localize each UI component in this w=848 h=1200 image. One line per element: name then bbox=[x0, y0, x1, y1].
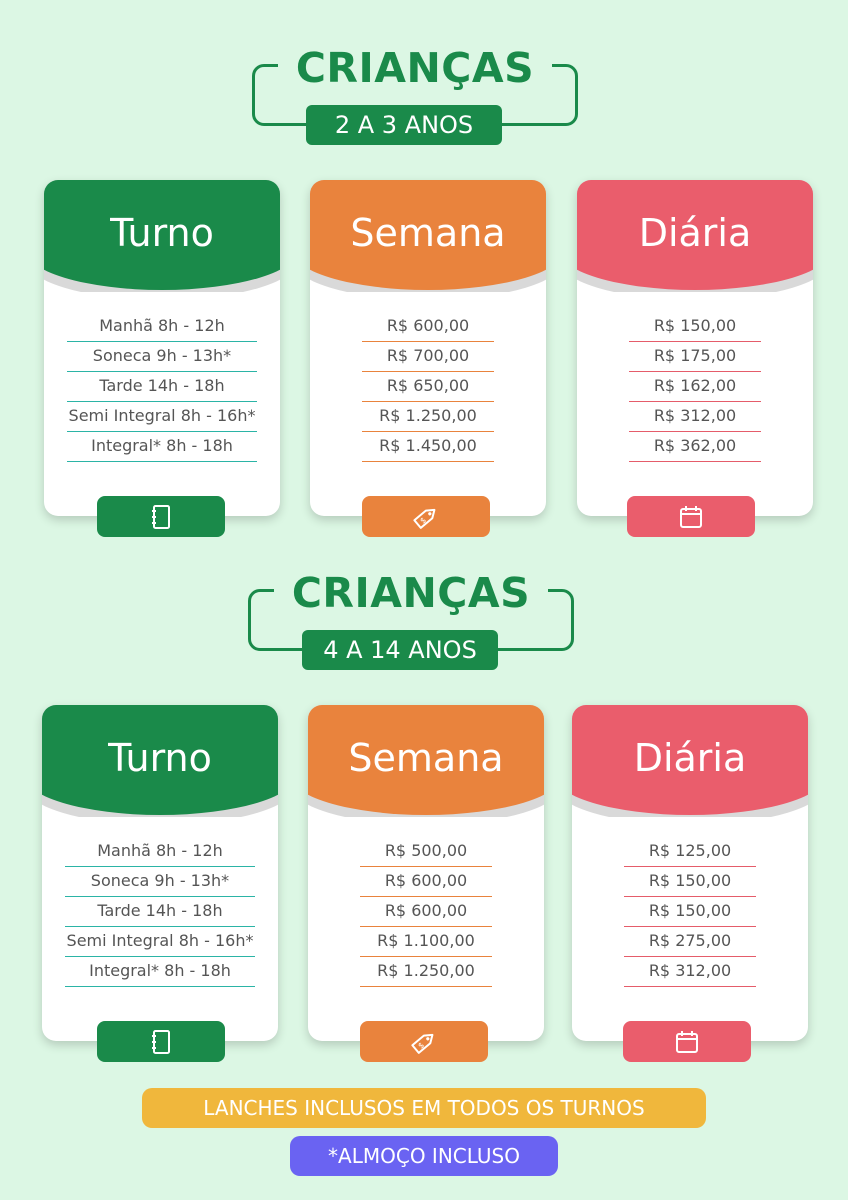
diaria-card: Diária R$ 150,00 R$ 175,00 R$ 162,00 R$ … bbox=[577, 180, 813, 516]
list-item: R$ 600,00 bbox=[360, 867, 492, 897]
semana-list: R$ 500,00 R$ 600,00 R$ 600,00 R$ 1.100,0… bbox=[308, 837, 544, 987]
list-item: R$ 1.250,00 bbox=[362, 402, 494, 432]
turno-card: Turno Manhã 8h - 12h Soneca 9h - 13h* Ta… bbox=[44, 180, 280, 516]
section-heading: CRIANÇAS 4 A 14 ANOS bbox=[244, 525, 578, 670]
diaria-button[interactable] bbox=[627, 496, 755, 537]
list-item: Manhã 8h - 12h bbox=[67, 312, 257, 342]
list-item: R$ 275,00 bbox=[624, 927, 756, 957]
turno-button[interactable] bbox=[97, 1021, 225, 1062]
list-item: Tarde 14h - 18h bbox=[67, 372, 257, 402]
list-item: R$ 150,00 bbox=[624, 897, 756, 927]
calendar-icon bbox=[680, 505, 702, 528]
card-title: Diária bbox=[638, 211, 752, 255]
list-item: R$ 162,00 bbox=[629, 372, 761, 402]
list-item: R$ 1.450,00 bbox=[362, 432, 494, 462]
list-item: R$ 500,00 bbox=[360, 837, 492, 867]
turno-card: Turno Manhã 8h - 12h Soneca 9h - 13h* Ta… bbox=[42, 705, 278, 1041]
diaria-card: Diária R$ 125,00 R$ 150,00 R$ 150,00 R$ … bbox=[572, 705, 808, 1041]
notebook-icon bbox=[152, 1029, 170, 1054]
list-item: R$ 362,00 bbox=[629, 432, 761, 462]
list-item: Soneca 9h - 13h* bbox=[65, 867, 255, 897]
calendar-icon bbox=[676, 1030, 698, 1053]
list-item: R$ 125,00 bbox=[624, 837, 756, 867]
age-badge: 2 A 3 ANOS bbox=[306, 105, 502, 145]
list-item: R$ 150,00 bbox=[629, 312, 761, 342]
list-item: R$ 312,00 bbox=[624, 957, 756, 987]
diaria-button[interactable] bbox=[623, 1021, 751, 1062]
list-item: Soneca 9h - 13h* bbox=[67, 342, 257, 372]
list-item: Manhã 8h - 12h bbox=[65, 837, 255, 867]
snacks-included-banner: LANCHES INCLUSOS EM TODOS OS TURNOS bbox=[142, 1088, 706, 1128]
list-item: Integral* 8h - 18h bbox=[65, 957, 255, 987]
semana-button[interactable]: $ bbox=[360, 1021, 488, 1062]
list-item: Tarde 14h - 18h bbox=[65, 897, 255, 927]
turno-list: Manhã 8h - 12h Soneca 9h - 13h* Tarde 14… bbox=[44, 312, 280, 462]
semana-card: Semana R$ 600,00 R$ 700,00 R$ 650,00 R$ … bbox=[310, 180, 546, 516]
list-item: R$ 1.100,00 bbox=[360, 927, 492, 957]
list-item: Integral* 8h - 18h bbox=[67, 432, 257, 462]
semana-list: R$ 600,00 R$ 700,00 R$ 650,00 R$ 1.250,0… bbox=[310, 312, 546, 462]
lunch-included-banner: *ALMOÇO INCLUSO bbox=[290, 1136, 558, 1176]
section-title: CRIANÇAS bbox=[274, 565, 548, 621]
list-item: Semi Integral 8h - 16h* bbox=[67, 402, 257, 432]
card-title: Semana bbox=[350, 211, 506, 255]
card-title: Diária bbox=[633, 736, 747, 780]
list-item: R$ 312,00 bbox=[629, 402, 761, 432]
age-badge: 4 A 14 ANOS bbox=[302, 630, 498, 670]
list-item: R$ 650,00 bbox=[362, 372, 494, 402]
card-title: Semana bbox=[348, 736, 504, 780]
list-item: R$ 600,00 bbox=[360, 897, 492, 927]
list-item: R$ 600,00 bbox=[362, 312, 494, 342]
list-item: R$ 1.250,00 bbox=[360, 957, 492, 987]
section-heading: CRIANÇAS 2 A 3 ANOS bbox=[248, 0, 582, 145]
diaria-list: R$ 150,00 R$ 175,00 R$ 162,00 R$ 312,00 … bbox=[577, 312, 813, 462]
card-title: Turno bbox=[110, 211, 214, 255]
turno-button[interactable] bbox=[97, 496, 225, 537]
turno-list: Manhã 8h - 12h Soneca 9h - 13h* Tarde 14… bbox=[42, 837, 278, 987]
section-title: CRIANÇAS bbox=[278, 40, 552, 96]
card-title: Turno bbox=[108, 736, 212, 780]
list-item: R$ 700,00 bbox=[362, 342, 494, 372]
semana-card: Semana R$ 500,00 R$ 600,00 R$ 600,00 R$ … bbox=[308, 705, 544, 1041]
price-tag-icon: $ bbox=[411, 1033, 434, 1054]
notebook-icon bbox=[152, 504, 170, 529]
list-item: R$ 150,00 bbox=[624, 867, 756, 897]
diaria-list: R$ 125,00 R$ 150,00 R$ 150,00 R$ 275,00 … bbox=[572, 837, 808, 987]
list-item: R$ 175,00 bbox=[629, 342, 761, 372]
list-item: Semi Integral 8h - 16h* bbox=[65, 927, 255, 957]
